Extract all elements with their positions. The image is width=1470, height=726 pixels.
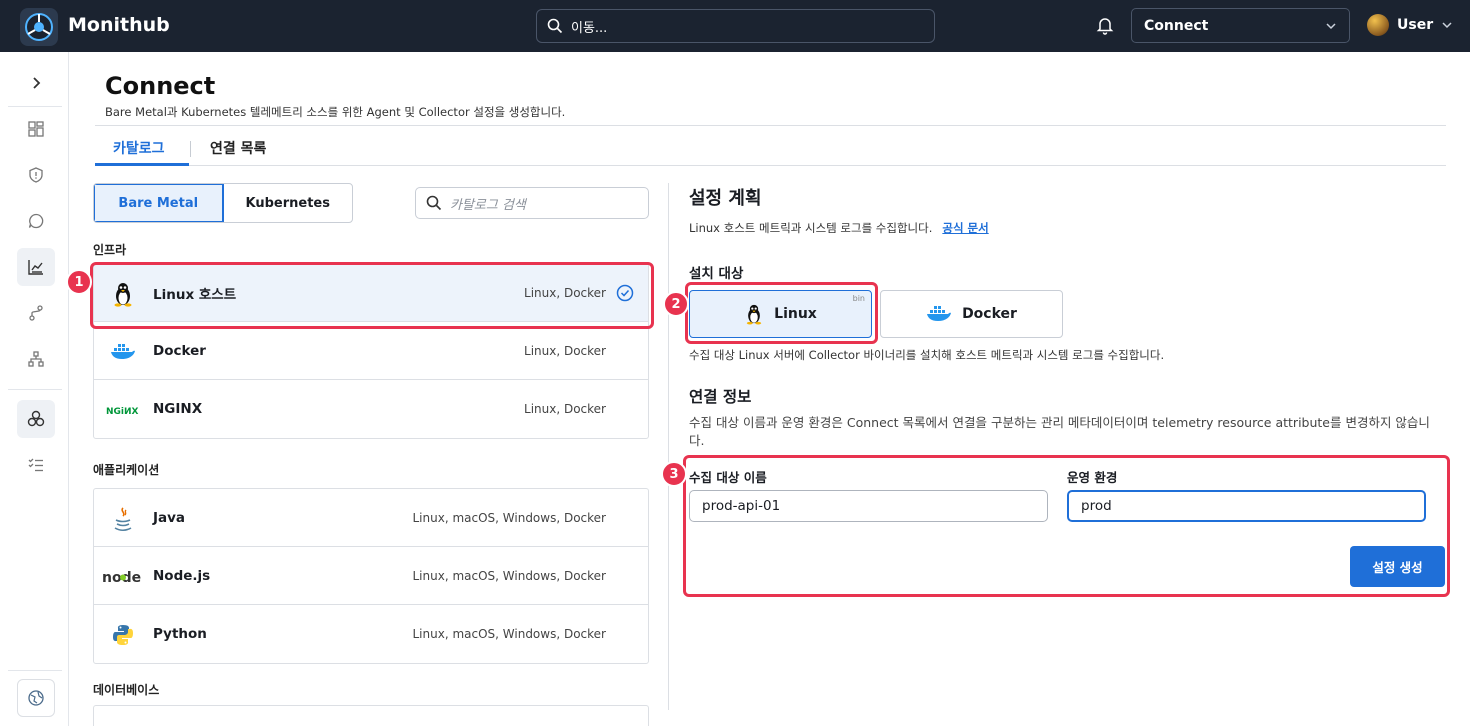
- chevron-down-icon: [1326, 22, 1336, 29]
- chat-bubble-icon: [28, 213, 44, 229]
- sidebar-item-traces[interactable]: [17, 294, 55, 332]
- tab-connections[interactable]: 연결 목록: [210, 138, 266, 158]
- global-search-input[interactable]: 이동...: [536, 9, 935, 43]
- sidebar-item-settings[interactable]: [17, 679, 55, 717]
- java-icon: [110, 506, 136, 532]
- search-icon: [547, 18, 563, 34]
- integrations-icon: [27, 410, 45, 427]
- highlight-box-1: [90, 262, 654, 329]
- sidebar-item-security[interactable]: [17, 156, 55, 194]
- branch-icon: [29, 305, 43, 321]
- catalog-list-db: [93, 705, 649, 726]
- catalog-item-platforms: Linux, macOS, Windows, Docker: [412, 627, 606, 641]
- catalog-list-apps: Java Linux, macOS, Windows, Docker node …: [93, 488, 649, 664]
- target-label: 설치 대상: [689, 266, 744, 282]
- svg-text:NGiИX: NGiИX: [106, 407, 139, 417]
- group-label-infra: 인프라: [93, 243, 127, 257]
- catalog-item-platforms: Linux, Docker: [524, 402, 606, 416]
- user-menu[interactable]: User: [1367, 14, 1453, 36]
- step-badge-3: 3: [661, 461, 687, 487]
- nginx-icon: NGiИX: [106, 397, 142, 423]
- docker-icon: [110, 339, 136, 365]
- highlight-box-3: [683, 455, 1450, 597]
- catalog-item-java[interactable]: Java Linux, macOS, Windows, Docker: [94, 489, 648, 547]
- target-description: 수집 대상 Linux 서버에 Collector 바이너리를 설치해 호스트 …: [689, 348, 1165, 362]
- group-label-apps: 애플리케이션: [93, 463, 160, 477]
- global-search-placeholder: 이동...: [571, 20, 608, 36]
- catalog-item-name: Python: [153, 626, 207, 642]
- highlight-box-2: [685, 282, 878, 344]
- plan-title: 설정 계획: [689, 188, 762, 209]
- catalog-item-python[interactable]: Python Linux, macOS, Windows, Docker: [94, 605, 648, 663]
- python-icon: [110, 622, 136, 648]
- sidebar-item-dashboard[interactable]: [17, 110, 55, 148]
- chevron-down-icon: [1442, 22, 1452, 29]
- toggle-kubernetes[interactable]: Kubernetes: [224, 184, 353, 222]
- bell-icon[interactable]: [1094, 14, 1116, 36]
- docker-icon: [927, 306, 952, 321]
- shield-icon: [29, 167, 43, 183]
- plan-description: Linux 호스트 메트릭과 시스템 로그를 수집합니다. 공식 문서: [689, 220, 989, 236]
- tab-catalog[interactable]: 카탈로그: [113, 138, 165, 158]
- globe-icon: [28, 690, 44, 706]
- tab-bar: 카탈로그 연결 목록: [95, 126, 1446, 166]
- catalog-search-input[interactable]: 카탈로그 검색: [415, 187, 649, 219]
- dashboard-icon: [28, 121, 44, 137]
- user-name: User: [1397, 17, 1434, 33]
- catalog-item-nodejs[interactable]: node Node.js Linux, macOS, Windows, Dock…: [94, 547, 648, 605]
- plan-description-text: Linux 호스트 메트릭과 시스템 로그를 수집합니다.: [689, 221, 933, 235]
- toggle-bare-metal[interactable]: Bare Metal: [94, 184, 224, 222]
- group-label-db: 데이터베이스: [93, 683, 160, 697]
- context-select[interactable]: Connect: [1131, 8, 1350, 43]
- nodejs-icon: node: [102, 564, 146, 590]
- catalog-item-name: Docker: [153, 342, 206, 359]
- step-badge-1: 1: [66, 269, 92, 295]
- connection-title: 연결 정보: [689, 388, 752, 406]
- catalog-item-name: NGINX: [153, 401, 203, 417]
- avatar: [1367, 14, 1389, 36]
- catalog-search-placeholder: 카탈로그 검색: [450, 197, 526, 213]
- catalog-item-name: Node.js: [153, 567, 211, 584]
- catalog-item-name: Java: [153, 509, 186, 526]
- catalog-item-nginx[interactable]: NGiИX NGINX Linux, Docker: [94, 380, 648, 438]
- sidebar-item-metrics[interactable]: [17, 248, 55, 286]
- connection-description: 수집 대상 이름과 운영 환경은 Connect 목록에서 연결을 구분하는 관…: [689, 415, 1430, 448]
- top-bar: Monithub 이동... Connect User: [0, 0, 1470, 52]
- catalog-item-platforms: Linux, Docker: [524, 343, 606, 358]
- hierarchy-icon: [28, 351, 44, 367]
- page-title: Connect: [105, 72, 216, 100]
- search-icon: [426, 195, 442, 211]
- sidebar-item-connect[interactable]: [17, 400, 55, 438]
- environment-toggle: Bare Metal Kubernetes: [93, 183, 353, 223]
- brand-name: Monithub: [68, 14, 170, 36]
- target-docker-button[interactable]: Docker: [880, 290, 1063, 338]
- chart-icon: [28, 260, 43, 275]
- page-subtitle: Bare Metal과 Kubernetes 텔레메트리 소스를 위한 Agen…: [105, 105, 566, 119]
- sidebar-item-chat[interactable]: [17, 202, 55, 240]
- catalog-item-platforms: Linux, macOS, Windows, Docker: [412, 568, 606, 583]
- checklist-icon: [28, 458, 43, 472]
- target-docker-label: Docker: [962, 306, 1017, 322]
- context-select-value: Connect: [1144, 17, 1209, 34]
- chevron-right-icon: [33, 77, 41, 89]
- catalog-item-platforms: Linux, macOS, Windows, Docker: [412, 510, 606, 525]
- sidebar-item-checklist[interactable]: [17, 446, 55, 484]
- active-tab-indicator: [95, 163, 189, 166]
- sidebar: [0, 52, 69, 726]
- sidebar-item-topology[interactable]: [17, 340, 55, 378]
- monithub-logo-icon[interactable]: [20, 8, 58, 46]
- sidebar-expand-button[interactable]: [17, 64, 55, 102]
- step-badge-2: 2: [663, 291, 689, 317]
- official-docs-link[interactable]: 공식 문서: [942, 220, 988, 236]
- catalog-item-docker[interactable]: Docker Linux, Docker: [94, 322, 648, 380]
